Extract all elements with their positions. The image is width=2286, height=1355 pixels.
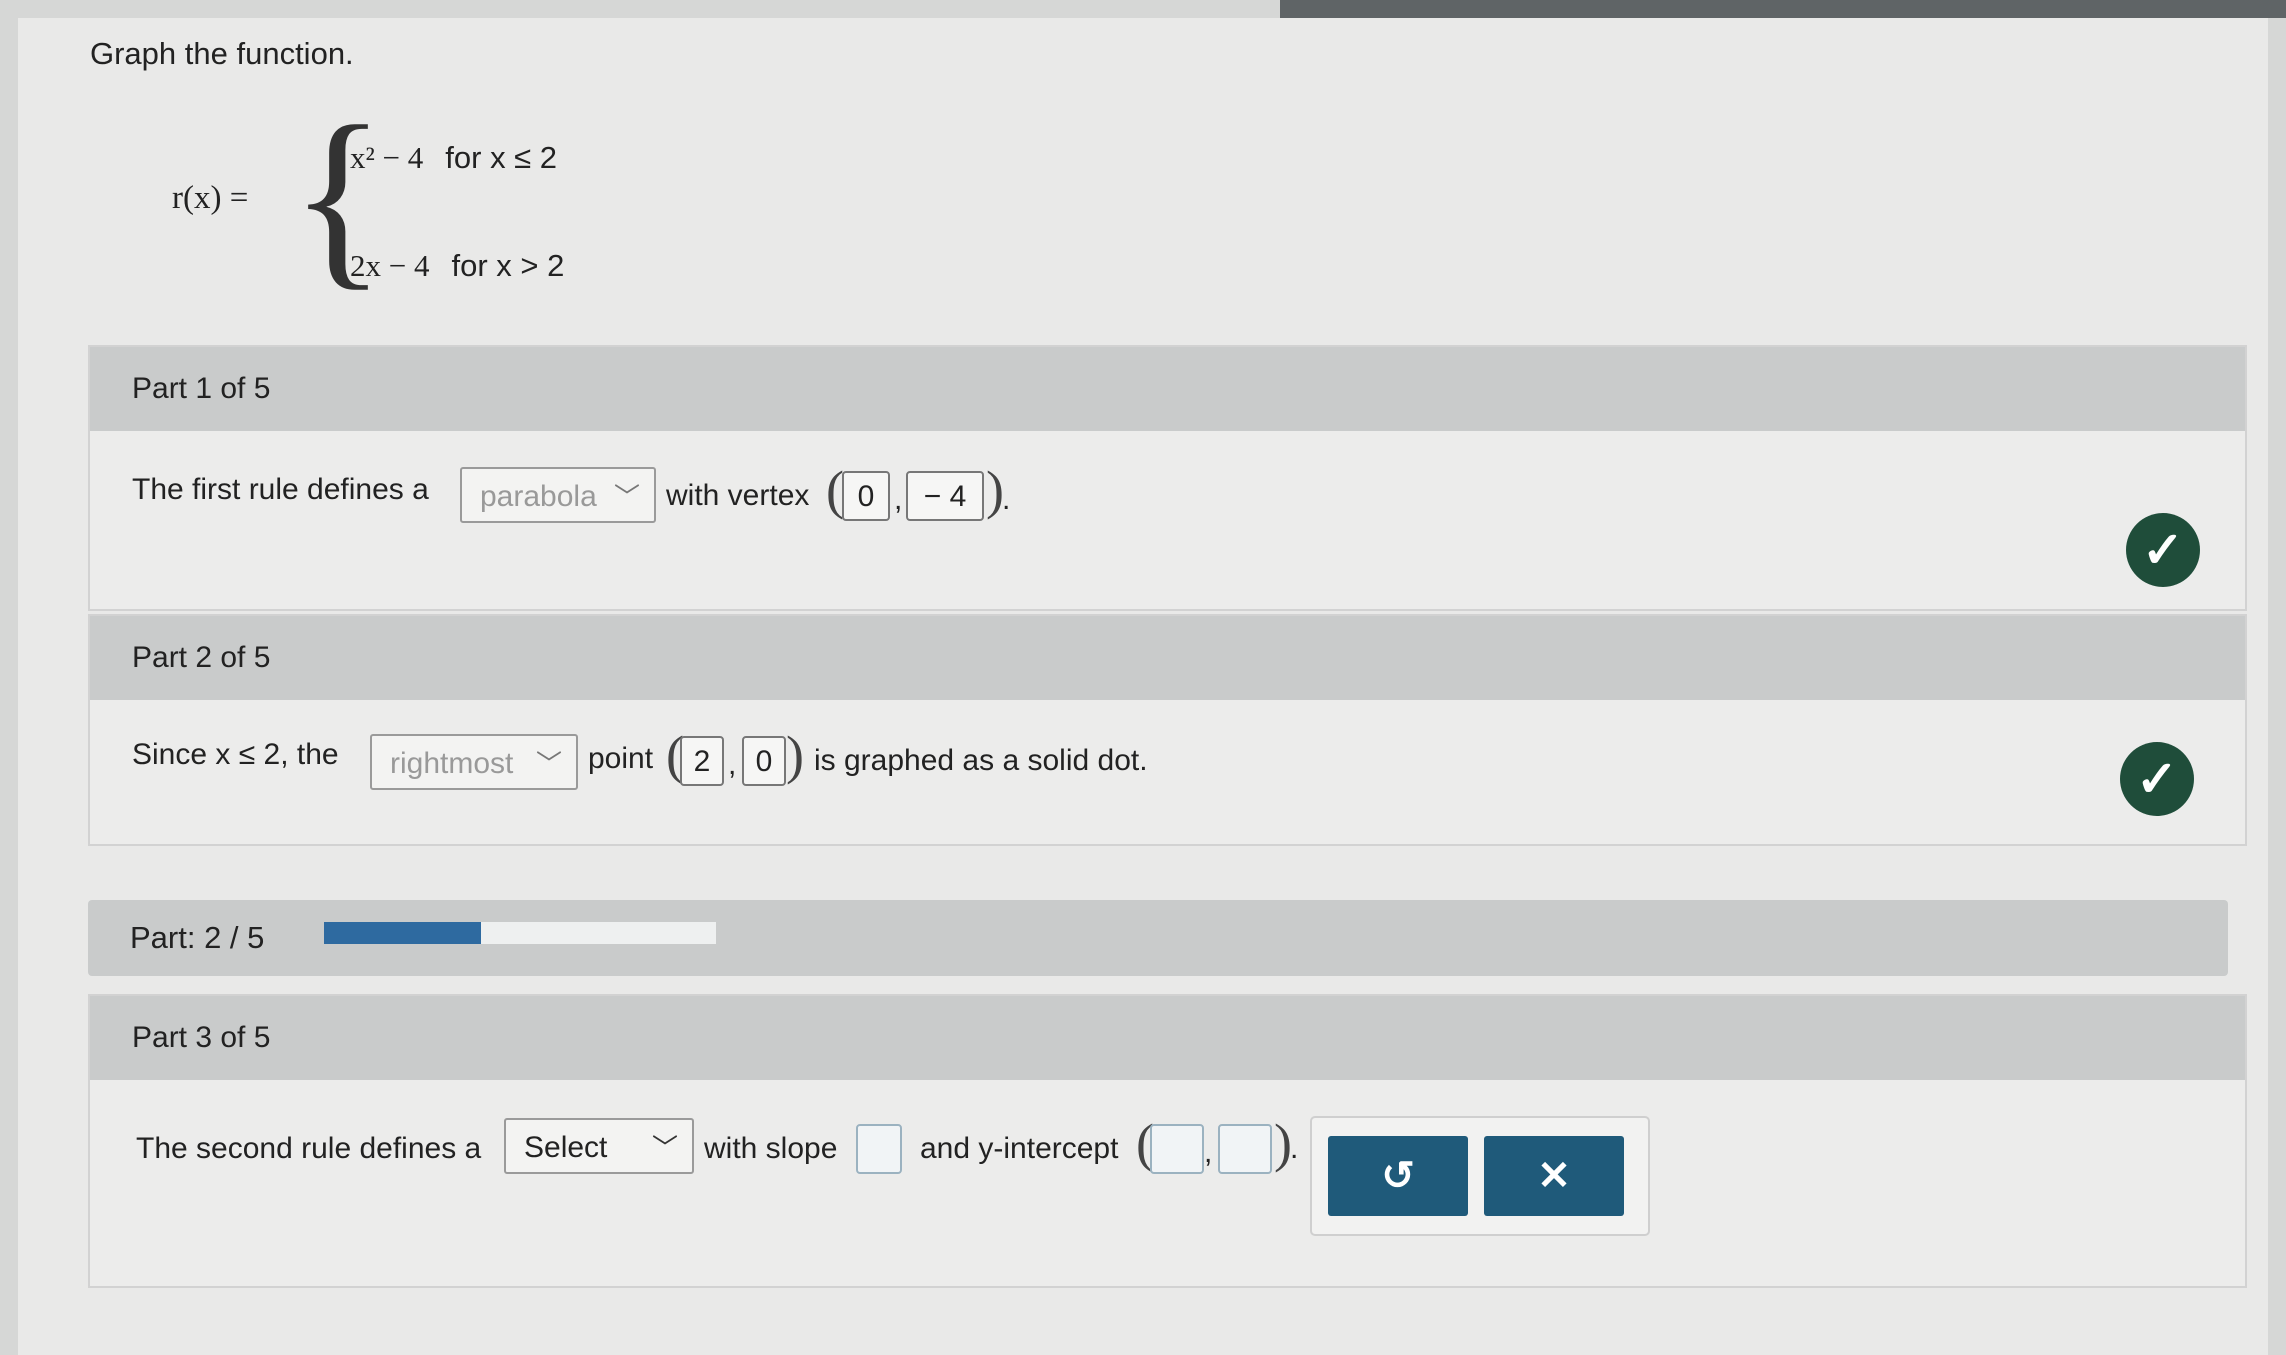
correct-check-icon: ✓ [2120,742,2194,816]
answer-actions-panel: ↺ ✕ [1310,1116,1650,1236]
part2-text-before: Since x ≤ 2, the [132,738,339,771]
intercept-x-input[interactable] [1150,1124,1204,1174]
part3-slope-text: with slope [704,1132,838,1165]
comma: , [1204,1136,1213,1169]
vertex-x-input[interactable]: 0 [842,471,890,521]
intercept-y-input[interactable] [1218,1124,1272,1174]
clear-button[interactable]: ✕ [1484,1136,1624,1216]
part-2-panel: Part 2 of 5 Since x ≤ 2, the rightmost ﹀… [88,614,2247,846]
progress-track [324,922,716,944]
part2-text-after: is graphed as a solid dot. [814,744,1148,777]
position-dropdown[interactable]: rightmost ﹀ [370,734,578,790]
case1-expression: x² − 4 [350,140,424,175]
period: . [1290,1132,1299,1165]
point-y-input[interactable]: 0 [742,736,786,786]
part1-vertex-text: with vertex [666,479,810,512]
case2-condition: for x > 2 [451,248,565,283]
part3-text-before: The second rule defines a [136,1132,482,1165]
line-type-dropdown[interactable]: Select ﹀ [504,1118,694,1174]
progress-fill [324,922,481,944]
function-case-1: x² − 4 for x ≤ 2 [350,140,567,176]
correct-check-icon: ✓ [2126,513,2200,587]
chevron-down-icon: ﹀ [613,482,640,512]
instruction-text: Graph the function. [90,36,354,71]
function-case-2: 2x − 4 for x > 2 [350,248,574,284]
point-x-input[interactable]: 2 [680,736,724,786]
shape-dropdown[interactable]: parabola ﹀ [460,467,656,523]
chevron-down-icon: ﹀ [535,749,562,779]
chevron-down-icon: ﹀ [651,1133,678,1163]
close-paren: ) [786,725,804,785]
position-dropdown-value: rightmost [390,747,514,780]
period: . [1002,483,1011,516]
function-label: r(x) = [172,180,249,216]
part-1-panel: Part 1 of 5 The first rule defines a par… [88,345,2247,611]
progress-label: Part: 2 / 5 [130,920,265,955]
window-top-bar [1280,0,2286,18]
part3-intercept-text: and y-intercept [920,1132,1119,1165]
shape-dropdown-value: parabola [480,480,597,513]
part1-text-before: The first rule defines a [132,473,429,506]
line-type-dropdown-value: Select [524,1131,608,1164]
part-2-header: Part 2 of 5 [90,616,2245,700]
progress-bar-row: Part: 2 / 5 [88,900,2228,976]
case2-expression: 2x − 4 [350,248,430,283]
part-1-header: Part 1 of 5 [90,347,2245,431]
part-3-panel: Part 3 of 5 The second rule defines a Se… [88,994,2247,1288]
vertex-y-input[interactable]: − 4 [906,471,984,521]
comma: , [728,748,737,781]
part2-point-text: point [588,742,654,775]
case1-condition: for x ≤ 2 [445,140,558,175]
slope-input[interactable] [856,1124,902,1174]
comma: , [894,483,903,516]
close-icon: ✕ [1537,1154,1571,1198]
undo-icon: ↺ [1381,1154,1415,1198]
undo-button[interactable]: ↺ [1328,1136,1468,1216]
part-3-header: Part 3 of 5 [90,996,2245,1080]
